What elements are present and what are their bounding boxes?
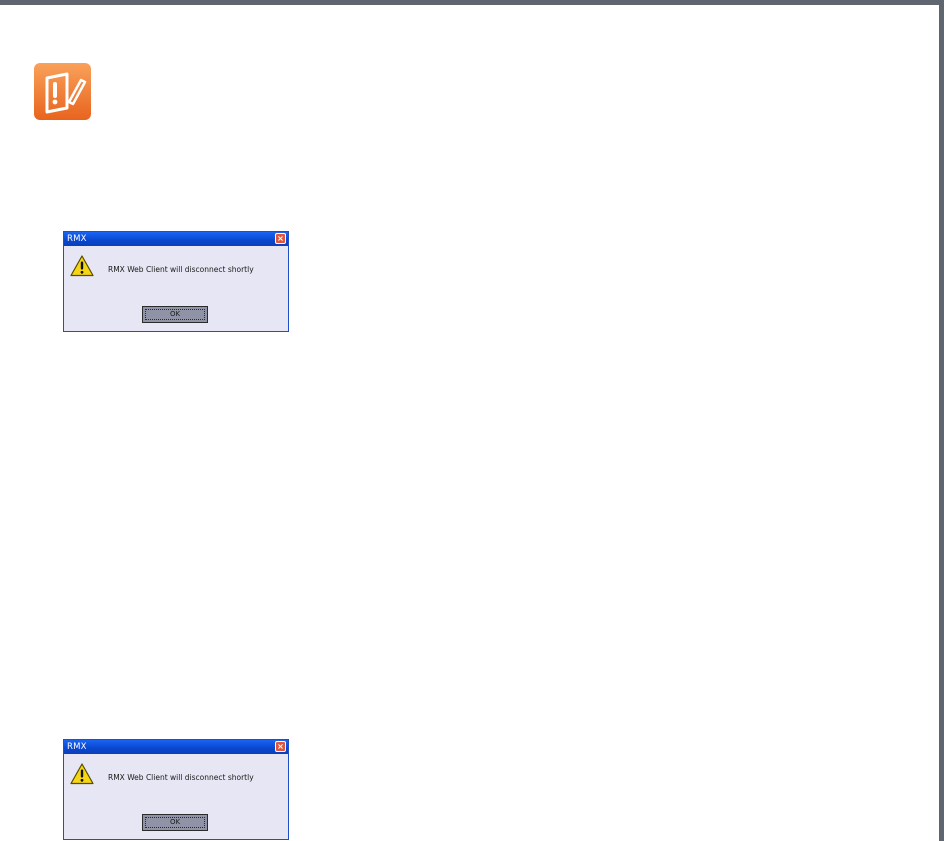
- close-icon[interactable]: ×: [275, 741, 286, 752]
- dialog-message: RMX Web Client will disconnect shortly: [108, 265, 254, 274]
- ok-button-label: OK: [145, 309, 205, 320]
- page: RMX × RMX Web Client will disconnect sho…: [0, 0, 944, 841]
- dialog-title: RMX: [67, 742, 87, 752]
- dialog-title: RMX: [67, 234, 87, 244]
- dialog-message: RMX Web Client will disconnect shortly: [108, 773, 254, 782]
- rmx-dialog: RMX × RMX Web Client will disconnect sho…: [63, 739, 289, 840]
- ok-button[interactable]: OK: [142, 306, 208, 323]
- ok-button[interactable]: OK: [142, 814, 208, 831]
- warning-icon: [70, 763, 94, 785]
- rmx-dialog: RMX × RMX Web Client will disconnect sho…: [63, 231, 289, 332]
- dialog-body: RMX Web Client will disconnect shortly O…: [64, 246, 288, 331]
- note-icon: [33, 62, 92, 121]
- ok-button-label: OK: [145, 817, 205, 828]
- dialog-titlebar[interactable]: RMX ×: [64, 740, 288, 754]
- close-icon[interactable]: ×: [275, 233, 286, 244]
- warning-icon: [70, 255, 94, 277]
- right-rule: [939, 0, 944, 841]
- dialog-titlebar[interactable]: RMX ×: [64, 232, 288, 246]
- top-bar: [0, 0, 944, 5]
- dialog-body: RMX Web Client will disconnect shortly O…: [64, 754, 288, 839]
